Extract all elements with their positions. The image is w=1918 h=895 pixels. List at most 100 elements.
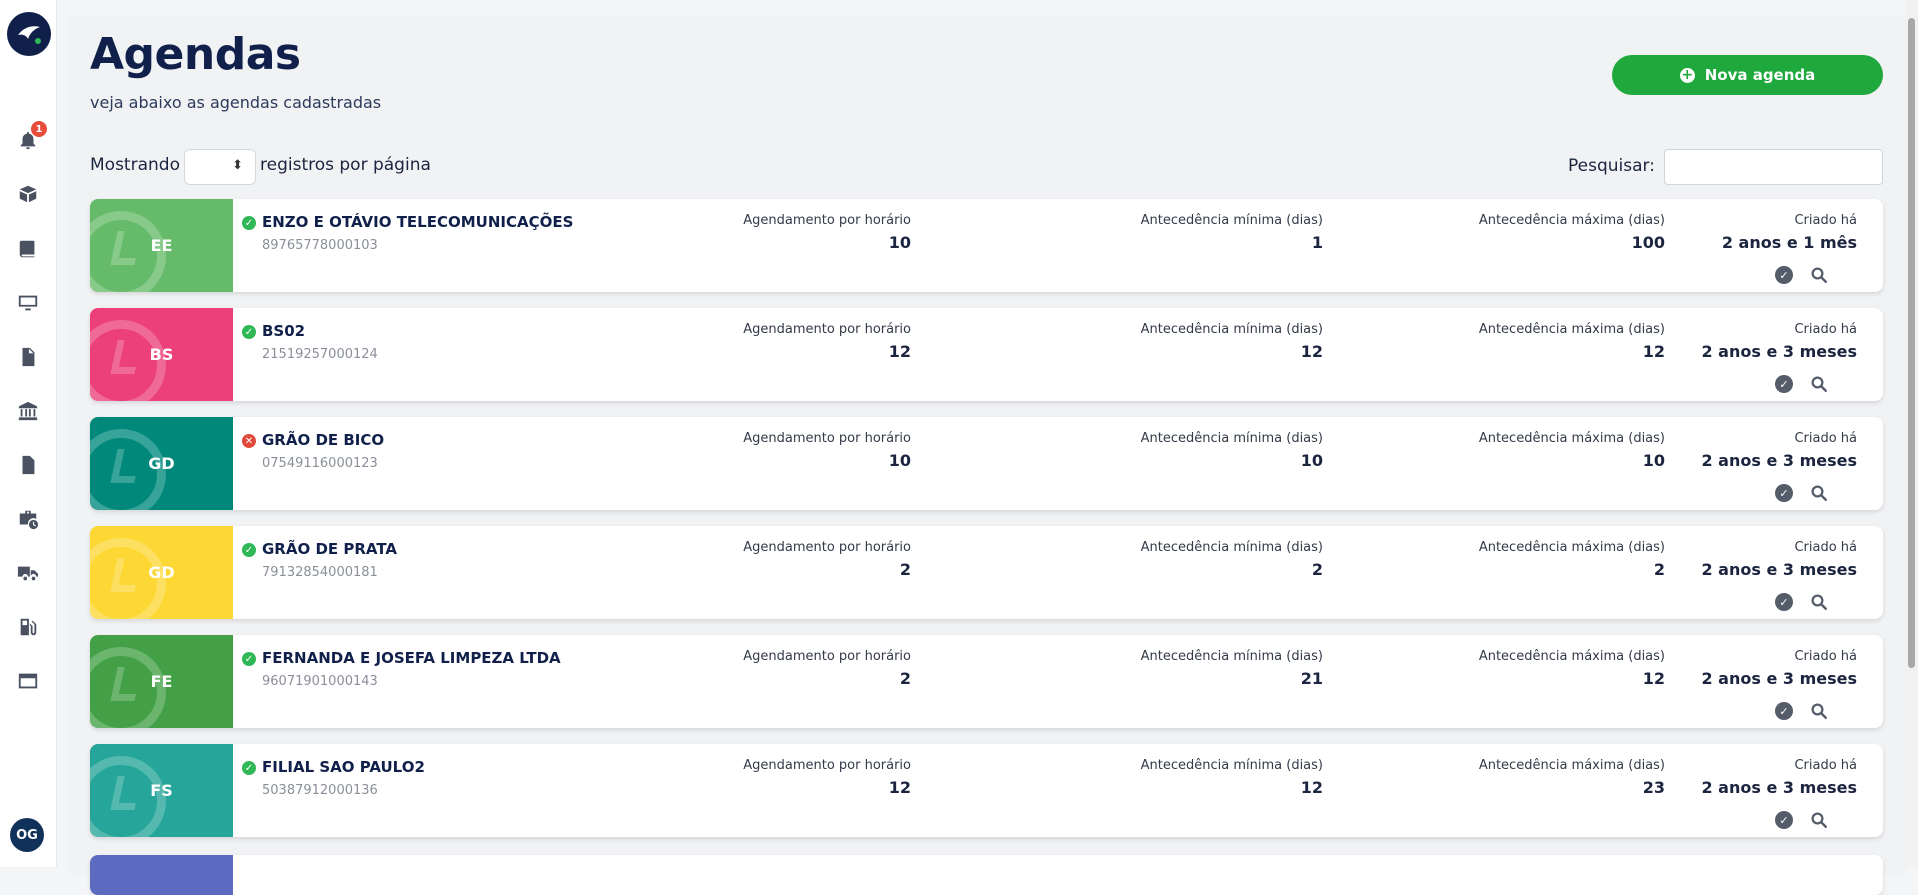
max-advance-label: Antecedência máxima (dias) [1478, 758, 1665, 773]
search-icon[interactable] [1810, 484, 1828, 502]
document-icon[interactable] [13, 452, 43, 478]
created-label: Criado há [1794, 649, 1857, 664]
by-hour-value: 12 [888, 342, 911, 361]
created-value: 2 anos e 3 meses [1701, 778, 1857, 797]
logo[interactable] [7, 12, 51, 56]
agenda-name: GRÃO DE PRATA [262, 540, 398, 558]
agenda-cnpj: 79132854000181 [262, 565, 378, 580]
truck-icon[interactable] [13, 560, 43, 586]
by-hour-label: Agendamento por horário [743, 758, 911, 773]
created-value: 2 anos e 3 meses [1701, 560, 1857, 579]
agenda-thumbnail: FE [90, 635, 233, 728]
status-icon: ✓ [242, 325, 256, 339]
agenda-name: ENZO E OTÁVIO TELECOMUNICAÇÕES [262, 213, 574, 231]
per-page-select[interactable] [184, 149, 256, 185]
by-hour-value: 10 [888, 451, 911, 470]
min-advance-label: Antecedência mínima (dias) [1140, 213, 1323, 228]
max-advance-value: 10 [1642, 451, 1665, 470]
agenda-name: FERNANDA E JOSEFA LIMPEZA LTDA [262, 649, 561, 667]
new-agenda-label: Nova agenda [1704, 66, 1816, 84]
agenda-card[interactable]: BS ✓ BS02 21519257000124 Agendamento por… [90, 308, 1883, 401]
agenda-name: BS02 [262, 322, 306, 340]
search-icon[interactable] [1810, 375, 1828, 393]
scrollbar-thumb[interactable] [1908, 18, 1915, 668]
check-icon[interactable]: ✓ [1775, 484, 1793, 502]
bell-icon[interactable]: 1 [13, 121, 47, 153]
agenda-cnpj: 50387912000136 [262, 783, 378, 798]
agenda-initials: GD [148, 563, 175, 582]
max-advance-value: 12 [1642, 342, 1665, 361]
min-advance-value: 10 [1300, 451, 1323, 470]
search-icon[interactable] [1810, 811, 1828, 829]
search-icon[interactable] [1810, 266, 1828, 284]
search-icon[interactable] [1810, 702, 1828, 720]
check-icon[interactable]: ✓ [1775, 702, 1793, 720]
status-icon: ✓ [242, 543, 256, 557]
max-advance-label: Antecedência máxima (dias) [1478, 322, 1665, 337]
scrollbar[interactable] [1905, 0, 1918, 867]
created-label: Criado há [1794, 431, 1857, 446]
book-icon[interactable] [13, 236, 43, 262]
agenda-card[interactable]: EE ✓ ENZO E OTÁVIO TELECOMUNICAÇÕES 8976… [90, 199, 1883, 292]
created-label: Criado há [1794, 540, 1857, 555]
by-hour-label: Agendamento por horário [743, 322, 911, 337]
by-hour-value: 2 [899, 669, 911, 688]
agenda-initials: BS [149, 345, 174, 364]
min-advance-value: 12 [1300, 342, 1323, 361]
max-advance-label: Antecedência máxima (dias) [1478, 431, 1665, 446]
by-hour-label: Agendamento por horário [743, 540, 911, 555]
check-icon[interactable]: ✓ [1775, 266, 1793, 284]
by-hour-value: 12 [888, 778, 911, 797]
check-icon[interactable]: ✓ [1775, 375, 1793, 393]
file-icon[interactable] [13, 344, 43, 370]
created-value: 2 anos e 3 meses [1701, 451, 1857, 470]
check-icon[interactable]: ✓ [1775, 593, 1793, 611]
agenda-initials: FS [150, 781, 173, 800]
max-advance-label: Antecedência máxima (dias) [1478, 540, 1665, 555]
max-advance-value: 2 [1653, 560, 1665, 579]
check-icon[interactable]: ✓ [1775, 811, 1793, 829]
agenda-card[interactable]: FE ✓ FERNANDA E JOSEFA LIMPEZA LTDA 9607… [90, 635, 1883, 728]
agenda-card-partial[interactable] [90, 855, 1883, 895]
agenda-card[interactable]: GD ✕ GRÃO DE BICO 07549116000123 Agendam… [90, 417, 1883, 510]
agenda-card[interactable]: GD ✓ GRÃO DE PRATA 79132854000181 Agenda… [90, 526, 1883, 619]
bank-icon[interactable] [13, 398, 43, 424]
by-hour-value: 2 [899, 560, 911, 579]
created-label: Criado há [1794, 322, 1857, 337]
search-icon[interactable] [1810, 593, 1828, 611]
agenda-name: GRÃO DE BICO [262, 431, 385, 449]
agenda-initials: EE [150, 236, 173, 255]
created-value: 2 anos e 3 meses [1701, 342, 1857, 361]
min-advance-value: 1 [1311, 233, 1323, 252]
by-hour-label: Agendamento por horário [743, 213, 911, 228]
agenda-cnpj: 21519257000124 [262, 347, 378, 362]
created-label: Criado há [1794, 758, 1857, 773]
monitor-icon[interactable] [13, 290, 43, 316]
min-advance-label: Antecedência mínima (dias) [1140, 431, 1323, 446]
per-page-label: registros por página [260, 155, 431, 175]
search-label: Pesquisar: [1568, 156, 1655, 176]
sidebar: 1 OG [0, 0, 57, 867]
user-avatar[interactable]: OG [10, 818, 44, 852]
agenda-thumbnail: FS [90, 744, 233, 837]
status-icon: ✓ [242, 652, 256, 666]
min-advance-label: Antecedência mínima (dias) [1140, 540, 1323, 555]
box-icon[interactable] [13, 181, 43, 207]
search-input[interactable] [1664, 149, 1883, 185]
agenda-thumbnail: GD [90, 526, 233, 619]
min-advance-value: 2 [1311, 560, 1323, 579]
fuel-icon[interactable] [13, 614, 43, 640]
by-hour-value: 10 [888, 233, 911, 252]
page-title: Agendas [90, 29, 301, 80]
new-agenda-button[interactable]: + Nova agenda [1612, 55, 1883, 95]
max-advance-value: 100 [1631, 233, 1665, 252]
min-advance-label: Antecedência mínima (dias) [1140, 322, 1323, 337]
agenda-card[interactable]: FS ✓ FILIAL SAO PAULO2 50387912000136 Ag… [90, 744, 1883, 837]
agenda-cnpj: 96071901000143 [262, 674, 378, 689]
window-icon[interactable] [13, 668, 43, 694]
max-advance-label: Antecedência máxima (dias) [1478, 649, 1665, 664]
min-advance-label: Antecedência mínima (dias) [1140, 758, 1323, 773]
briefcase-clock-icon[interactable] [13, 506, 43, 532]
min-advance-label: Antecedência mínima (dias) [1140, 649, 1323, 664]
plus-circle-icon: + [1679, 66, 1695, 83]
